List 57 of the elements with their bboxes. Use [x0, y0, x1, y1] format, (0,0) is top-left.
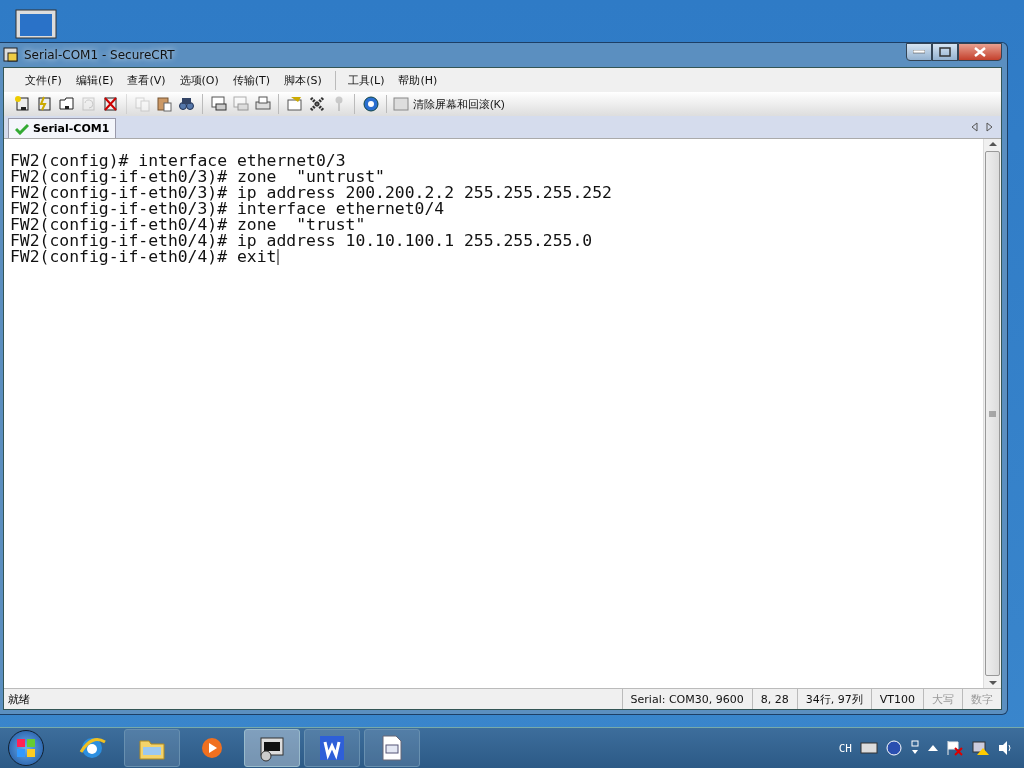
- start-button[interactable]: [8, 730, 44, 766]
- right-arrow-icon[interactable]: [986, 122, 993, 132]
- left-arrow-icon[interactable]: [971, 122, 978, 132]
- terminal-line: FW2(config-if-eth0/3)# ip address 200.200.2.2 255.255.255.252: [10, 185, 612, 201]
- terminal-line: FW2(config)# interface ethernet0/3: [10, 153, 346, 169]
- status-pane: Serial: COM30, 9600: [621, 689, 752, 709]
- restore-icon[interactable]: [910, 740, 920, 756]
- flag-icon[interactable]: [946, 740, 964, 756]
- clear-screen-button[interactable]: 清除屏幕和回滚(K): [391, 96, 507, 112]
- terminal-window-icon[interactable]: [244, 729, 300, 767]
- terminal-line: FW2(config-if-eth0/4)# zone "trust": [10, 217, 366, 233]
- dashed-cross-icon[interactable]: [307, 94, 327, 114]
- paste-icon[interactable]: [155, 94, 175, 114]
- close-button[interactable]: [958, 43, 1002, 61]
- terminal-line: FW2(config-if-eth0/4)# ip address 10.10.100.1 255.255.255.0: [10, 233, 593, 249]
- text-cursor: [277, 249, 280, 265]
- maximize-button[interactable]: [932, 43, 958, 61]
- down-arrow-icon[interactable]: [988, 678, 997, 688]
- status-message: 就绪: [8, 692, 30, 706]
- window-printer-icon[interactable]: [202, 94, 229, 114]
- maximize-icon: [939, 47, 951, 57]
- scrollbar[interactable]: [983, 139, 1001, 688]
- app-window-icon: [3, 47, 19, 63]
- windows-logo-icon: [16, 738, 36, 758]
- minimize-icon: [913, 50, 925, 54]
- status-pane: 8, 28: [751, 689, 797, 709]
- window-title: Serial-COM1 - SecureCRT: [24, 48, 175, 62]
- keyboard-icon[interactable]: [860, 742, 878, 754]
- menu-item[interactable]: 查看(V): [120, 70, 173, 90]
- menu-item[interactable]: 文件(F): [18, 70, 69, 90]
- menu-item[interactable]: 选项(O): [172, 70, 226, 90]
- screen-icon: [393, 96, 409, 112]
- tab-label: Serial-COM1: [33, 122, 110, 135]
- close-icon: [974, 47, 986, 57]
- menu-item[interactable]: 脚本(S): [277, 70, 329, 90]
- status-pane: 数字: [962, 689, 1001, 709]
- status-pane: 大写: [923, 689, 962, 709]
- menu-item[interactable]: 编辑(E): [68, 70, 121, 90]
- menu-item[interactable]: 帮助(H): [391, 70, 445, 90]
- document-icon[interactable]: [364, 729, 420, 767]
- minimize-button[interactable]: [906, 43, 932, 61]
- up-arrow-icon[interactable]: [928, 744, 938, 752]
- status-pane: VT100: [870, 689, 923, 709]
- status-pane: 34行, 97列: [796, 689, 871, 709]
- network-icon[interactable]: [972, 740, 990, 756]
- language-indicator[interactable]: CH: [838, 741, 852, 755]
- menu-item[interactable]: 传输(T): [225, 70, 278, 90]
- up-arrow-icon[interactable]: [988, 139, 997, 149]
- session-tab[interactable]: Serial-COM1: [8, 118, 117, 138]
- terminal-line: FW2(config-if-eth0/4)# exit: [10, 249, 277, 265]
- monitor-icon[interactable]: [14, 8, 60, 40]
- speaker-icon[interactable]: [998, 740, 1014, 756]
- letter-w-icon[interactable]: [304, 729, 360, 767]
- grip-icon[interactable]: [989, 410, 996, 417]
- menu-item[interactable]: 工具(L): [334, 70, 392, 90]
- terminal-line: FW2(config-if-eth0/3)# interface ethernet0/4: [10, 201, 445, 217]
- terminal-line: FW2(config-if-eth0/3)# zone "untrust": [10, 169, 385, 185]
